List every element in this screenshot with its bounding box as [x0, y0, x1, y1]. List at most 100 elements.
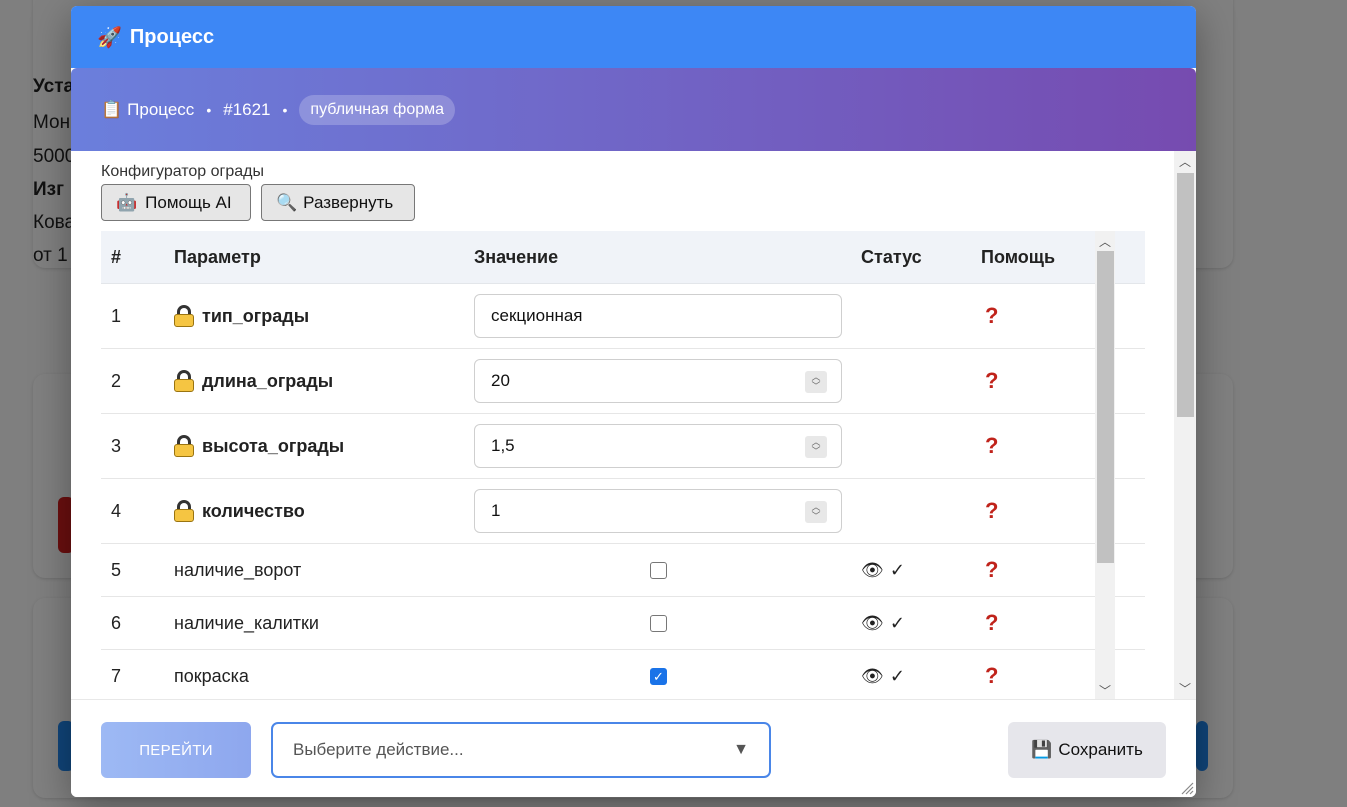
input-value: 20 — [491, 371, 510, 390]
eye-icon: 👁 — [861, 559, 884, 580]
scroll-down-icon[interactable]: ﹀ — [1095, 682, 1115, 699]
ai-help-button[interactable]: 🤖 Помощь AI — [101, 184, 251, 221]
scroll-up-icon[interactable]: ︿ — [1095, 233, 1115, 250]
input-value: 1 — [491, 501, 501, 520]
fence-length-input[interactable]: 20 ︿ ﹀ — [474, 359, 842, 403]
robot-icon: 🤖 — [116, 192, 138, 212]
lock-icon — [174, 305, 194, 327]
value-cell: 20 ︿ ﹀ — [474, 359, 861, 403]
row-number: 2 — [111, 370, 122, 391]
table-row: 7 покраска ✓ 👁 ✓ ? — [101, 650, 1145, 701]
param-name: длина_ограды — [202, 370, 334, 391]
value-cell: ✓ — [474, 667, 861, 685]
param-name: количество — [202, 500, 305, 521]
bg-text: Изг — [33, 179, 65, 200]
param-cell: количество — [174, 500, 474, 522]
row-number: 6 — [111, 612, 122, 633]
breadcrumb-id: #1621 — [223, 99, 271, 119]
table-row: 3 высота_ограды 1,5 ︿ ﹀ ? — [101, 414, 1145, 479]
value-cell — [474, 561, 861, 579]
scroll-up-icon[interactable]: ︿ — [1174, 153, 1196, 170]
rocket-icon: 🚀 — [97, 26, 122, 49]
table-row: 5 наличие_ворот 👁 ✓ ? — [101, 544, 1145, 597]
table-row: 1 тип_ограды секционная ? — [101, 284, 1145, 349]
table-scrollbar[interactable]: ︿ ﹀ — [1095, 231, 1115, 701]
gates-checkbox[interactable] — [650, 561, 667, 579]
lock-icon — [174, 500, 194, 522]
modal-scrollbar[interactable]: ︿ ﹀ — [1174, 151, 1196, 699]
scroll-thumb[interactable] — [1097, 251, 1114, 563]
param-name: покраска — [174, 665, 249, 686]
quantity-input[interactable]: 1 ︿ ﹀ — [474, 489, 842, 533]
clipboard-icon: 📋 — [101, 99, 123, 119]
action-select[interactable]: Выберите действие... ▼ — [271, 722, 771, 778]
param-cell: длина_ограды — [174, 370, 474, 392]
table-row: 2 длина_ограды 20 ︿ ﹀ ? — [101, 349, 1145, 414]
row-number: 3 — [111, 435, 122, 456]
select-placeholder: Выберите действие... — [293, 740, 464, 759]
param-cell: высота_ограды — [174, 435, 474, 457]
fence-type-input[interactable]: секционная — [474, 294, 842, 338]
status-cell: 👁 ✓ — [861, 666, 981, 687]
process-modal: 🚀 Процесс 📋 Процесс • #1621 • публичная … — [71, 6, 1196, 797]
save-label: Сохранить — [1058, 740, 1143, 759]
painting-checkbox[interactable]: ✓ — [650, 667, 667, 685]
go-button[interactable]: ПЕРЕЙТИ — [101, 722, 251, 778]
value-cell: 1 ︿ ﹀ — [474, 489, 861, 533]
caret-down-icon: ▼ — [733, 741, 749, 758]
value-cell: секционная — [474, 294, 861, 338]
column-header-value: Значение — [474, 246, 559, 267]
expand-button[interactable]: 🔍 Развернуть — [261, 184, 415, 221]
public-form-badge: публичная форма — [299, 94, 456, 125]
param-name: наличие_ворот — [174, 559, 302, 580]
value-cell: 1,5 ︿ ﹀ — [474, 424, 861, 468]
table-row: 4 количество 1 ︿ ﹀ ? — [101, 479, 1145, 544]
modal-body: Конфигуратор ограды 🤖 Помощь AI 🔍 Развер… — [71, 151, 1196, 701]
separator-dot: • — [282, 101, 288, 118]
save-button[interactable]: 💾 Сохранить — [1008, 722, 1166, 778]
param-name: высота_ограды — [202, 435, 345, 456]
scroll-down-icon[interactable]: ﹀ — [1174, 680, 1196, 697]
resize-handle-icon[interactable] — [1180, 781, 1194, 795]
input-value: секционная — [491, 306, 583, 325]
table-header: # Параметр Значение Статус Помощь — [101, 231, 1145, 284]
check-icon: ✓ — [889, 559, 905, 580]
section-title: Конфигуратор ограды — [101, 163, 265, 180]
spinner-icon[interactable]: ︿ ﹀ — [805, 501, 827, 523]
lock-icon — [174, 435, 194, 457]
modal-footer: ПЕРЕЙТИ Выберите действие... ▼ 💾 Сохрани… — [71, 699, 1196, 797]
magnifier-icon: 🔍 — [276, 192, 298, 212]
ai-help-label: Помощь AI — [145, 192, 232, 212]
row-number: 4 — [111, 500, 122, 521]
eye-icon: 👁 — [861, 665, 884, 686]
check-icon: ✓ — [889, 665, 905, 686]
row-number: 1 — [111, 305, 122, 326]
column-header-help: Помощь — [981, 246, 1056, 267]
bg-text: от 1 — [33, 245, 68, 266]
column-header-num: # — [111, 246, 122, 267]
bg-text: Кова — [33, 212, 76, 233]
scroll-thumb[interactable] — [1177, 173, 1194, 417]
config-table: # Параметр Значение Статус Помощь 1 тип_… — [101, 231, 1145, 701]
bg-blue-block — [1196, 721, 1208, 771]
row-number: 7 — [111, 665, 122, 686]
eye-icon: 👁 — [861, 612, 884, 633]
param-name: тип_ограды — [202, 305, 310, 326]
separator-dot: • — [206, 101, 212, 118]
column-header-status: Статус — [861, 246, 922, 267]
wicket-checkbox[interactable] — [650, 614, 667, 632]
param-name: наличие_калитки — [174, 612, 319, 633]
column-header-param: Параметр — [174, 246, 261, 267]
lock-icon — [174, 370, 194, 392]
modal-header: 🚀 Процесс — [71, 6, 1196, 68]
value-cell — [474, 614, 861, 632]
spinner-icon[interactable]: ︿ ﹀ — [805, 436, 827, 458]
expand-label: Развернуть — [303, 192, 394, 212]
spinner-icon[interactable]: ︿ ﹀ — [805, 371, 827, 393]
fence-height-input[interactable]: 1,5 ︿ ﹀ — [474, 424, 842, 468]
bg-text: 5000 — [33, 146, 76, 167]
param-cell: тип_ограды — [174, 305, 474, 327]
status-cell: 👁 ✓ — [861, 613, 981, 634]
check-icon: ✓ — [889, 612, 905, 633]
row-number: 5 — [111, 559, 122, 580]
